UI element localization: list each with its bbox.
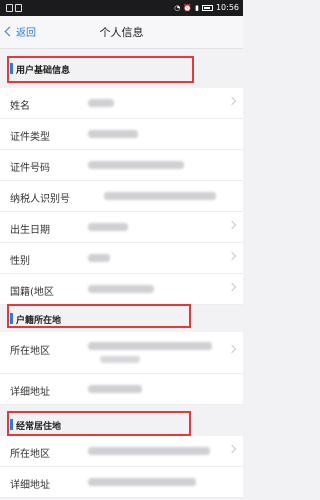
row-id-type[interactable]: 证件类型 — [0, 119, 243, 150]
chevron-right-icon — [227, 282, 237, 292]
row-nationality[interactable]: 国籍(地区 — [0, 274, 243, 305]
blurred-value — [104, 192, 216, 200]
row-label: 证件类型 — [10, 132, 50, 143]
row-residence-address[interactable]: 详细地址 — [0, 467, 243, 498]
notification-icon — [6, 4, 13, 12]
status-right: ◔ ⏰ ▮ 10:56 — [174, 2, 239, 14]
blurred-value — [88, 223, 128, 231]
row-name[interactable]: 姓名 — [0, 88, 243, 119]
row-label: 所在地区 — [10, 449, 50, 460]
alarm-icon: ⏰ — [183, 4, 193, 12]
page-title: 个人信息 — [99, 26, 144, 39]
chevron-right-icon — [227, 220, 237, 230]
row-taxpayer-id[interactable]: 纳税人识别号 — [0, 181, 243, 212]
row-household-region[interactable]: 所在地区 — [0, 332, 243, 374]
row-label: 出生日期 — [10, 225, 50, 236]
row-label: 纳税人识别号 — [10, 194, 70, 205]
notification-icon — [15, 4, 22, 12]
row-label: 所在地区 — [10, 346, 50, 357]
wifi-icon: ◔ — [174, 4, 181, 12]
row-label: 详细地址 — [10, 480, 50, 491]
blurred-value — [88, 285, 154, 293]
notification-icons — [6, 3, 22, 13]
chevron-right-icon — [227, 251, 237, 261]
status-time: 10:56 — [215, 3, 239, 12]
blurred-value — [88, 130, 138, 138]
blurred-value — [88, 478, 196, 486]
navigation-bar: 返回 个人信息 — [0, 16, 243, 49]
row-label: 姓名 — [10, 101, 30, 112]
chevron-right-icon — [227, 344, 237, 354]
blurred-value — [88, 385, 142, 393]
blurred-value — [88, 161, 184, 169]
highlight-box — [7, 56, 194, 83]
row-residence-region[interactable]: 所在地区 — [0, 436, 243, 467]
row-birth-date[interactable]: 出生日期 — [0, 212, 243, 243]
blurred-value — [100, 356, 140, 363]
row-id-number[interactable]: 证件号码 — [0, 150, 243, 181]
highlight-box — [7, 411, 191, 436]
chevron-right-icon — [227, 444, 237, 454]
row-label: 证件号码 — [10, 163, 50, 174]
row-label: 详细地址 — [10, 387, 50, 398]
chevron-right-icon — [227, 96, 237, 106]
row-label: 性别 — [10, 256, 30, 267]
highlight-box — [7, 304, 191, 328]
blurred-value — [88, 342, 212, 350]
row-gender[interactable]: 性别 — [0, 243, 243, 274]
blurred-value — [88, 99, 114, 107]
blurred-value — [88, 447, 210, 455]
row-household-address[interactable]: 详细地址 — [0, 374, 243, 405]
row-label: 国籍(地区 — [10, 287, 54, 298]
blurred-value — [88, 254, 110, 262]
battery-icon — [201, 5, 213, 11]
status-bar: ◔ ⏰ ▮ 10:56 — [0, 0, 243, 16]
signal-icon: ▮ — [195, 4, 199, 12]
